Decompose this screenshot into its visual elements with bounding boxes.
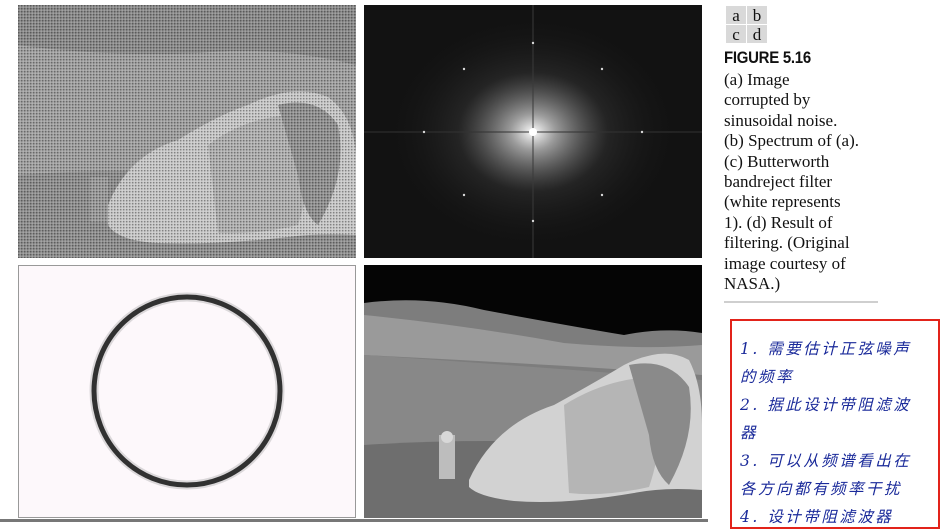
note-line: 3. 可以从频谱看出在 (740, 452, 912, 470)
panel-c-bandreject-filter (18, 265, 356, 518)
caption-line: image courtesy of (724, 253, 846, 273)
caption-divider (724, 301, 878, 303)
note-line: 器 (740, 424, 759, 442)
filtered-moon-image (364, 265, 702, 518)
key-d: d (747, 25, 767, 43)
caption-line: (a) Image (724, 70, 790, 89)
note-line: 的频率 (740, 368, 795, 386)
notes-box: 1. 需要估计正弦噪声 的频率 2. 据此设计带阻滤波 器 3. 可以从频谱看出… (730, 319, 940, 529)
key-a: a (726, 6, 746, 24)
note-line: 1. 需要估计正弦噪声 (740, 340, 912, 358)
figure-caption: FIGURE 5.16 (a) Image corrupted by sinus… (724, 48, 884, 294)
caption-line: 1). (d) Result of (724, 212, 833, 232)
caption-line: NASA.) (724, 274, 781, 294)
key-c: c (726, 25, 746, 43)
caption-line: bandreject filter (724, 172, 833, 192)
panel-a-noisy-image (18, 5, 356, 258)
bottom-divider (0, 519, 708, 522)
filter-ring-image (19, 266, 355, 517)
caption-line: (white represents (724, 192, 841, 212)
noisy-moon-image (18, 5, 356, 258)
subfigure-key: a b c d (726, 6, 767, 43)
note-line: 各方向都有频率干扰 (740, 480, 903, 498)
caption-line: sinusoidal noise. (724, 110, 838, 130)
key-b: b (747, 6, 767, 24)
caption-line: (b) Spectrum of (a). (724, 131, 860, 151)
caption-line: corrupted by (724, 90, 811, 110)
note-line: 2. 据此设计带阻滤波 (740, 396, 912, 414)
caption-line: filtering. (Original (724, 233, 850, 253)
panel-d-filtered-image (364, 265, 702, 518)
caption-line: (c) Butterworth (724, 151, 830, 171)
note-line: 4. 设计带阻滤波器 (740, 508, 894, 526)
figure-label: FIGURE 5.16 (724, 48, 811, 67)
spectrum-image (364, 5, 702, 258)
panel-b-spectrum (364, 5, 702, 258)
